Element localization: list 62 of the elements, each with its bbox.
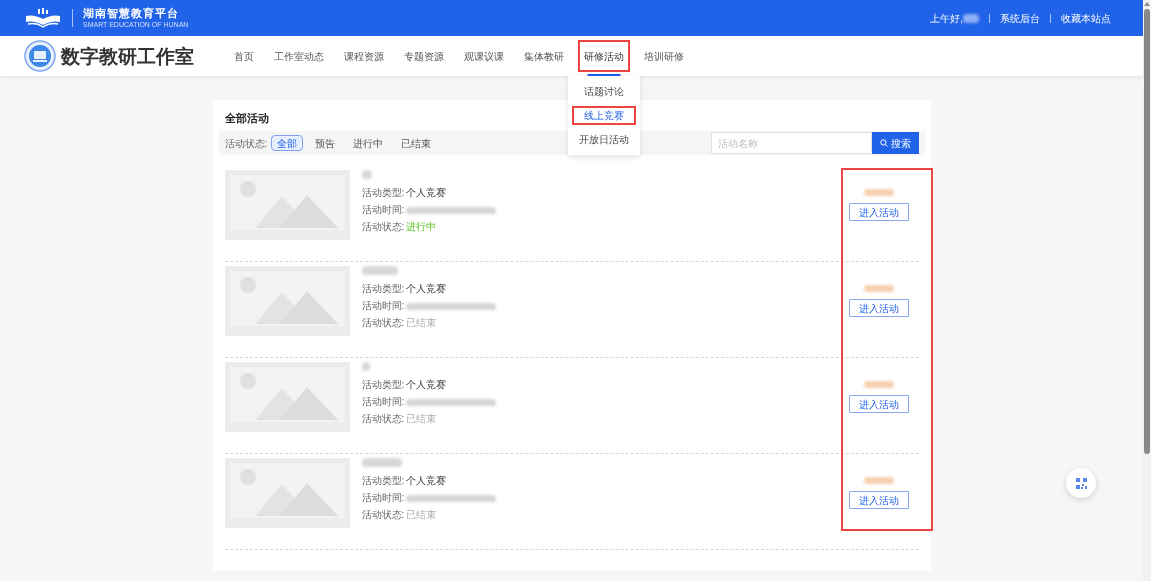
time-label: 活动时间: bbox=[361, 205, 405, 215]
enter-activity-button[interactable]: 进入活动 bbox=[848, 299, 909, 317]
status-filter[interactable]: 进行中 bbox=[347, 135, 390, 151]
status-filter[interactable]: 已结束 bbox=[395, 135, 438, 151]
search-icon bbox=[879, 139, 888, 147]
blurred-text bbox=[361, 362, 370, 371]
blurred-value bbox=[863, 189, 894, 196]
status-value: 进行中 bbox=[406, 222, 437, 232]
nav-tab[interactable]: 首页 bbox=[224, 36, 264, 76]
time-label: 活动时间: bbox=[361, 301, 405, 311]
top-link[interactable]: 收藏本站点 bbox=[1061, 10, 1111, 26]
search-field[interactable]: 活动名称 bbox=[710, 132, 872, 154]
blurred-text bbox=[361, 266, 398, 275]
nav-tab[interactable]: 观课议课 bbox=[454, 36, 514, 76]
status-label: 活动状态: bbox=[361, 510, 405, 520]
book-logo-icon bbox=[24, 8, 62, 28]
blurred-text bbox=[361, 170, 372, 179]
status-value: 已结束 bbox=[406, 414, 437, 424]
type-value: 个人竞赛 bbox=[406, 284, 447, 294]
nav-tab[interactable]: 专题资源 bbox=[394, 36, 454, 76]
studio-logo-icon bbox=[24, 40, 56, 72]
type-value: 个人竞赛 bbox=[406, 476, 447, 486]
studio-title: 数字教研工作室 bbox=[61, 43, 194, 69]
filter-label: 活动状态: bbox=[224, 136, 268, 151]
enter-activity-button[interactable]: 进入活动 bbox=[848, 395, 909, 413]
blurred-username bbox=[963, 13, 979, 23]
qr-code-icon bbox=[1075, 477, 1087, 489]
nav-tab[interactable]: 培训研修 bbox=[634, 36, 694, 76]
platform-name: 湖南智慧教育平台 bbox=[83, 8, 180, 19]
status-value: 已结束 bbox=[406, 510, 437, 520]
type-value: 个人竞赛 bbox=[406, 188, 447, 198]
type-label: 活动类型: bbox=[361, 188, 405, 198]
type-label: 活动类型: bbox=[361, 284, 405, 294]
qr-code-button[interactable] bbox=[1066, 468, 1096, 498]
status-label: 活动状态: bbox=[361, 222, 405, 232]
search-button[interactable]: 搜索 bbox=[871, 132, 919, 154]
enter-activity-button[interactable]: 进入活动 bbox=[848, 203, 909, 221]
blurred-value bbox=[863, 477, 894, 484]
dropdown-item[interactable]: 开放日活动 bbox=[572, 130, 636, 149]
status-filter[interactable]: 全部 bbox=[271, 135, 304, 151]
status-filter[interactable]: 预告 bbox=[309, 135, 342, 151]
status-label: 活动状态: bbox=[361, 414, 405, 424]
nav-tab[interactable]: 工作室动态 bbox=[264, 36, 334, 76]
blurred-value bbox=[863, 285, 894, 292]
status-label: 活动状态: bbox=[361, 318, 405, 328]
nav-tab[interactable]: 研修活动 bbox=[574, 36, 634, 76]
nav-tab[interactable]: 课程资源 bbox=[334, 36, 394, 76]
time-label: 活动时间: bbox=[361, 493, 405, 503]
nav-tab[interactable]: 集体教研 bbox=[514, 36, 574, 76]
dropdown-item[interactable]: 话题讨论 bbox=[572, 82, 636, 101]
section-title: 全部活动 bbox=[224, 111, 269, 126]
enter-activity-button[interactable]: 进入活动 bbox=[848, 491, 909, 509]
dropdown-item[interactable]: 线上竞赛 bbox=[572, 106, 636, 125]
greeting-text: 上午好, bbox=[930, 11, 963, 26]
type-label: 活动类型: bbox=[361, 380, 405, 390]
top-link[interactable]: 系统后台 bbox=[1000, 10, 1040, 26]
blurred-text bbox=[361, 458, 402, 467]
type-label: 活动类型: bbox=[361, 476, 405, 486]
status-value: 已结束 bbox=[406, 318, 437, 328]
blurred-value bbox=[863, 381, 894, 388]
time-label: 活动时间: bbox=[361, 397, 405, 407]
type-value: 个人竞赛 bbox=[406, 380, 447, 390]
